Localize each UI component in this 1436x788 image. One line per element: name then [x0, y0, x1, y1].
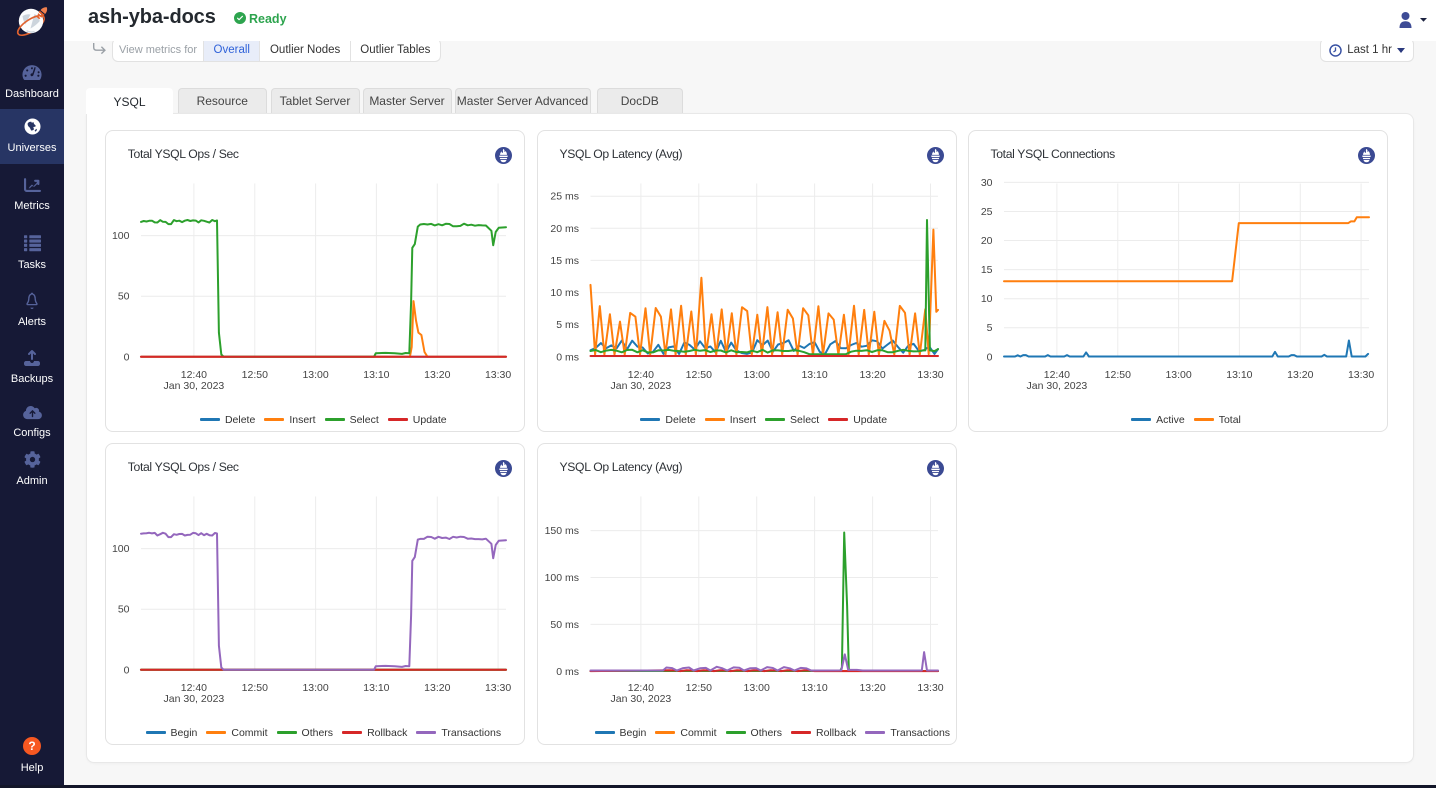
svg-text:13:10: 13:10	[801, 369, 827, 381]
svg-text:100: 100	[112, 230, 130, 242]
svg-text:13:30: 13:30	[485, 369, 511, 381]
svg-text:13:20: 13:20	[859, 682, 885, 694]
svg-text:25: 25	[980, 206, 992, 218]
svg-text:5 ms: 5 ms	[556, 320, 579, 332]
svg-text:25 ms: 25 ms	[550, 191, 579, 203]
svg-text:13:10: 13:10	[363, 369, 389, 381]
svg-text:10: 10	[980, 294, 992, 306]
svg-text:13:00: 13:00	[743, 682, 769, 694]
svg-text:13:00: 13:00	[743, 369, 769, 381]
svg-text:12:50: 12:50	[1104, 369, 1130, 381]
svg-text:100 ms: 100 ms	[544, 572, 578, 584]
svg-text:13:30: 13:30	[485, 682, 511, 694]
svg-text:Jan 30, 2023: Jan 30, 2023	[163, 380, 224, 392]
svg-text:0: 0	[986, 352, 992, 364]
svg-text:13:20: 13:20	[424, 369, 450, 381]
svg-text:0 ms: 0 ms	[556, 352, 579, 364]
svg-text:20 ms: 20 ms	[550, 223, 579, 235]
svg-text:20: 20	[980, 235, 992, 247]
svg-text:50: 50	[118, 604, 130, 616]
svg-text:13:00: 13:00	[1165, 369, 1191, 381]
svg-text:5: 5	[986, 323, 992, 335]
svg-text:Jan 30, 2023: Jan 30, 2023	[163, 693, 224, 705]
svg-text:0: 0	[123, 352, 129, 364]
svg-text:12:50: 12:50	[685, 682, 711, 694]
svg-text:13:30: 13:30	[1347, 369, 1373, 381]
svg-text:0 ms: 0 ms	[556, 666, 579, 678]
svg-text:10 ms: 10 ms	[550, 287, 579, 299]
svg-text:Jan 30, 2023: Jan 30, 2023	[610, 693, 671, 705]
svg-text:50: 50	[118, 291, 130, 303]
svg-text:13:00: 13:00	[302, 682, 328, 694]
svg-text:15: 15	[980, 264, 992, 276]
svg-text:12:50: 12:50	[241, 682, 267, 694]
svg-text:0: 0	[123, 665, 129, 677]
svg-text:15 ms: 15 ms	[550, 255, 579, 267]
svg-text:30: 30	[980, 177, 992, 189]
svg-text:Jan 30, 2023: Jan 30, 2023	[1026, 380, 1087, 392]
svg-text:12:50: 12:50	[241, 369, 267, 381]
svg-text:13:20: 13:20	[1287, 369, 1313, 381]
svg-text:?: ?	[28, 739, 35, 753]
svg-text:150 ms: 150 ms	[544, 525, 578, 537]
svg-text:50 ms: 50 ms	[550, 619, 579, 631]
svg-text:100: 100	[112, 543, 130, 555]
svg-text:13:30: 13:30	[917, 369, 943, 381]
svg-text:Jan 30, 2023: Jan 30, 2023	[610, 380, 671, 392]
svg-text:13:20: 13:20	[424, 682, 450, 694]
svg-text:13:30: 13:30	[917, 682, 943, 694]
svg-text:13:10: 13:10	[801, 682, 827, 694]
svg-text:13:10: 13:10	[1226, 369, 1252, 381]
svg-text:13:10: 13:10	[363, 682, 389, 694]
svg-text:13:20: 13:20	[859, 369, 885, 381]
svg-text:13:00: 13:00	[302, 369, 328, 381]
svg-text:12:50: 12:50	[685, 369, 711, 381]
